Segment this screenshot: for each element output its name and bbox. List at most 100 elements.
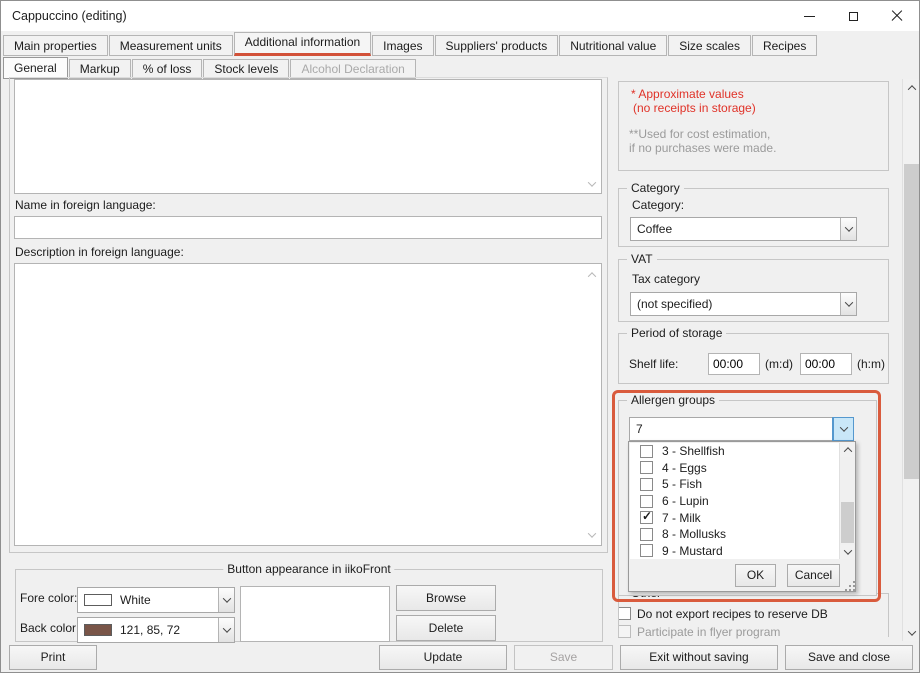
checkbox[interactable]: ✓: [640, 511, 653, 524]
category-combobox[interactable]: Coffee: [630, 217, 857, 241]
allergen-option-label: 6 - Lupin: [662, 494, 709, 508]
subtab-percent-of-loss[interactable]: % of loss: [132, 59, 203, 79]
tab-measurement-units[interactable]: Measurement units: [109, 35, 233, 56]
allergen-dropdown-popup: 3 - Shellfish 4 - Eggs 5 - Fish 6 - Lupi…: [628, 441, 856, 592]
tab-images[interactable]: Images: [372, 35, 433, 56]
vat-group-title: VAT: [627, 252, 657, 266]
checkbox[interactable]: [640, 544, 653, 557]
checkbox[interactable]: [640, 495, 653, 508]
tab-size-scales[interactable]: Size scales: [668, 35, 751, 56]
tab-nutritional-value[interactable]: Nutritional value: [559, 35, 667, 56]
back-color-dropdown-button[interactable]: [218, 618, 234, 642]
tab-recipes[interactable]: Recipes: [752, 35, 817, 56]
fore-color-combobox[interactable]: White: [77, 587, 235, 613]
fore-color-dropdown-button[interactable]: [218, 588, 234, 612]
exit-without-saving-button[interactable]: Exit without saving: [620, 645, 778, 670]
allergen-combobox[interactable]: 7: [629, 417, 854, 441]
name-foreign-label: Name in foreign language:: [15, 198, 156, 212]
chevron-down-icon: [907, 627, 915, 635]
minimize-icon: [804, 16, 815, 17]
print-button[interactable]: Print: [9, 645, 97, 670]
maximize-icon: [849, 12, 858, 21]
list-item[interactable]: 4 - Eggs: [630, 460, 839, 477]
chevron-up-icon: [907, 85, 915, 93]
allergen-option-label: 9 - Mustard: [662, 544, 723, 558]
shelf-life-hm-unit: (h:m): [857, 357, 885, 371]
chevron-down-icon: [222, 594, 230, 602]
shelf-life-md-unit: (m:d): [765, 357, 793, 371]
shelf-life-hours-input[interactable]: [800, 353, 852, 375]
category-label: Category:: [632, 198, 684, 212]
cancel-button[interactable]: Cancel: [787, 564, 840, 587]
checkbox[interactable]: [640, 445, 653, 458]
save-and-close-button[interactable]: Save and close: [785, 645, 913, 670]
fore-color-label: Fore color:: [20, 591, 77, 605]
update-button[interactable]: Update: [379, 645, 507, 670]
fore-color-value: White: [120, 588, 214, 612]
allergen-list-scrollbar[interactable]: [839, 443, 855, 559]
no-receipts-note: (no receipts in storage): [633, 101, 756, 115]
tab-suppliers-products[interactable]: Suppliers' products: [435, 35, 559, 56]
scroll-down-button[interactable]: [903, 624, 920, 641]
button-appearance-group: Button appearance in iikoFront Fore colo…: [15, 569, 603, 642]
tab-main-properties[interactable]: Main properties: [3, 35, 108, 56]
subtab-stock-levels[interactable]: Stock levels: [203, 59, 289, 79]
list-item[interactable]: 9 - Mustard: [630, 543, 839, 559]
back-color-combobox[interactable]: 121, 85, 72: [77, 617, 235, 643]
maximize-button[interactable]: [831, 1, 875, 31]
scrollbar-thumb[interactable]: [841, 502, 854, 543]
category-dropdown-button[interactable]: [840, 218, 856, 240]
allergen-list: 3 - Shellfish 4 - Eggs 5 - Fish 6 - Lupi…: [630, 443, 839, 559]
description-foreign-label: Description in foreign language:: [15, 245, 184, 259]
list-item[interactable]: 5 - Fish: [630, 476, 839, 493]
scroll-up-button[interactable]: [903, 79, 920, 96]
browse-button[interactable]: Browse: [396, 585, 496, 611]
description-foreign-textarea[interactable]: [14, 263, 602, 546]
chevron-down-icon: [844, 298, 852, 306]
main-scrollbar[interactable]: [902, 79, 920, 641]
allergen-dropdown-button[interactable]: [833, 418, 853, 440]
minimize-button[interactable]: [787, 1, 831, 31]
name-foreign-input[interactable]: [14, 216, 602, 239]
chevron-down-icon: [843, 546, 851, 554]
subtab-markup[interactable]: Markup: [69, 59, 131, 79]
tab-additional-information[interactable]: Additional information: [234, 32, 371, 56]
back-color-value: 121, 85, 72: [120, 618, 214, 642]
other-group: Other: [618, 593, 889, 637]
scroll-up-button[interactable]: [840, 443, 855, 457]
resize-grip-icon[interactable]: [849, 585, 851, 587]
top-textarea[interactable]: [14, 79, 602, 194]
period-of-storage-title: Period of storage: [627, 326, 726, 340]
tax-category-combobox[interactable]: (not specified): [630, 292, 857, 316]
allergen-option-label: 4 - Eggs: [662, 461, 707, 475]
ok-button[interactable]: OK: [735, 564, 776, 587]
list-item[interactable]: 8 - Mollusks: [630, 526, 839, 543]
subtab-general[interactable]: General: [3, 57, 68, 79]
chevron-down-icon: [222, 624, 230, 632]
scrollbar-thumb[interactable]: [904, 164, 919, 479]
shelf-life-months-input[interactable]: [708, 353, 760, 375]
sub-tab-bar: General Markup % of loss Stock levels Al…: [3, 56, 416, 79]
list-item[interactable]: ✓ 7 - Milk: [630, 509, 839, 526]
window-cappuccino-editing: Cappuccino (editing) Main properties Mea…: [0, 0, 920, 673]
list-item[interactable]: 3 - Shellfish: [630, 443, 839, 460]
approximate-values-note-box: * Approximate values (no receipts in sto…: [618, 81, 889, 171]
checkbox[interactable]: [640, 478, 653, 491]
period-of-storage-group: Period of storage Shelf life: (m:d) (h:m…: [618, 333, 889, 384]
subtab-alcohol-declaration: Alcohol Declaration: [290, 59, 415, 79]
checkbox[interactable]: [640, 461, 653, 474]
scroll-down-button[interactable]: [840, 545, 855, 559]
delete-button[interactable]: Delete: [396, 615, 496, 641]
close-icon: [891, 10, 903, 22]
checkbox[interactable]: [640, 528, 653, 541]
allergen-option-label: 5 - Fish: [662, 477, 702, 491]
list-item[interactable]: 6 - Lupin: [630, 493, 839, 510]
tax-category-dropdown-button[interactable]: [840, 293, 856, 315]
allergen-option-label: 3 - Shellfish: [662, 444, 725, 458]
cost-estimation-note: **Used for cost estimation,: [629, 127, 770, 141]
back-color-swatch: [84, 624, 112, 636]
tax-category-label: Tax category: [632, 272, 700, 286]
close-button[interactable]: [875, 1, 919, 31]
main-tab-bar: Main properties Measurement units Additi…: [3, 31, 817, 56]
window-title: Cappuccino (editing): [12, 1, 127, 31]
